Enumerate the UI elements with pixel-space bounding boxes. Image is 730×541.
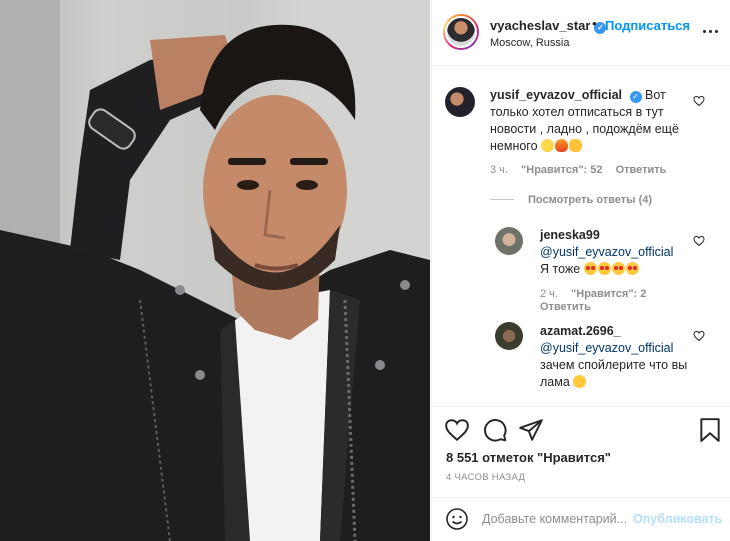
emoji-icon	[573, 375, 587, 388]
owner-avatar[interactable]	[443, 14, 479, 50]
commenter-avatar[interactable]	[495, 227, 523, 255]
heart-icon[interactable]	[693, 330, 705, 342]
comment-meta: 3 ч. "Нравится": 52 Ответить	[490, 164, 666, 176]
comment-username[interactable]: jeneska99	[540, 228, 600, 242]
verified-badge-icon: ✓	[629, 91, 642, 103]
comment-body: yusif_eyvazov_official ✓ Вот только хоте…	[490, 87, 690, 155]
comment-icon[interactable]	[482, 417, 508, 443]
comment-text: Я тоже	[540, 262, 581, 276]
comment-mention[interactable]: @yusif_eyvazov_official	[540, 245, 673, 259]
post-location[interactable]: Moscow, Russia	[490, 37, 569, 49]
comment-time[interactable]: 3 ч.	[490, 164, 508, 176]
comment-body: jeneska99 @yusif_eyvazov_official Я тоже	[540, 227, 690, 278]
post-actions: 8 551 отметок "Нравится" 4 ЧАСОВ НАЗАД О…	[432, 406, 730, 534]
comment-likes[interactable]: "Нравится": 2	[571, 288, 646, 300]
post-photo-illustration	[0, 0, 430, 541]
post-timestamp[interactable]: 4 ЧАСОВ НАЗАД	[446, 472, 525, 483]
share-icon[interactable]	[518, 417, 544, 443]
heart-icon[interactable]	[444, 417, 470, 443]
owner-username[interactable]: vyacheslav_star ✓	[490, 18, 607, 34]
commenter-avatar[interactable]	[495, 322, 523, 350]
emoji-icon	[611, 262, 625, 275]
reply-button[interactable]: Ответить	[540, 301, 591, 313]
comments-list[interactable]: yusif_eyvazov_official ✓ Вот только хоте…	[432, 67, 730, 407]
owner-username-text[interactable]: vyacheslav_star	[490, 18, 590, 33]
view-replies-button[interactable]: Посмотреть ответы (4)	[490, 194, 652, 206]
comment-likes[interactable]: "Нравится": 52	[521, 164, 602, 176]
bookmark-icon[interactable]	[697, 417, 723, 443]
heart-icon[interactable]	[693, 235, 705, 247]
post-details-panel: vyacheslav_star ✓ • Подписаться Moscow, R…	[431, 0, 730, 541]
emoji-icon	[569, 139, 583, 152]
comment-body: azamat.2696_ @yusif_eyvazov_official зач…	[540, 323, 690, 391]
comment-meta: 2 ч. "Нравится": 2	[540, 288, 646, 300]
follow-button[interactable]: Подписаться	[605, 18, 690, 33]
comment-username[interactable]: azamat.2696_	[540, 324, 621, 338]
emoji-icon	[541, 139, 555, 152]
comment-text: зачем спойлерите что вы лама	[540, 358, 688, 389]
heart-icon[interactable]	[693, 95, 705, 107]
emoji-icon	[625, 262, 639, 275]
emoji-icon	[583, 262, 597, 275]
separator-dot: •	[592, 16, 597, 31]
post-header: vyacheslav_star ✓ • Подписаться Moscow, R…	[432, 0, 730, 66]
more-options-icon[interactable]	[702, 24, 720, 40]
emoji-icon	[555, 139, 569, 152]
emoji-icon[interactable]	[445, 507, 469, 531]
post-photo[interactable]	[0, 0, 430, 541]
publish-button[interactable]: Опубликовать	[633, 512, 722, 526]
comment-mention[interactable]: @yusif_eyvazov_official	[540, 341, 673, 355]
divider-line	[490, 199, 514, 200]
commenter-avatar[interactable]	[445, 87, 475, 117]
reply-button[interactable]: Ответить	[616, 164, 667, 176]
comment-composer: Опубликовать	[432, 497, 730, 541]
comment-username[interactable]: yusif_eyvazov_official	[490, 88, 622, 102]
emoji-icon	[597, 262, 611, 275]
view-replies-label[interactable]: Посмотреть ответы (4)	[528, 194, 652, 206]
comment-input[interactable]	[482, 509, 632, 529]
comment-time[interactable]: 2 ч.	[540, 288, 558, 300]
likes-count[interactable]: 8 551 отметок "Нравится"	[446, 450, 611, 465]
